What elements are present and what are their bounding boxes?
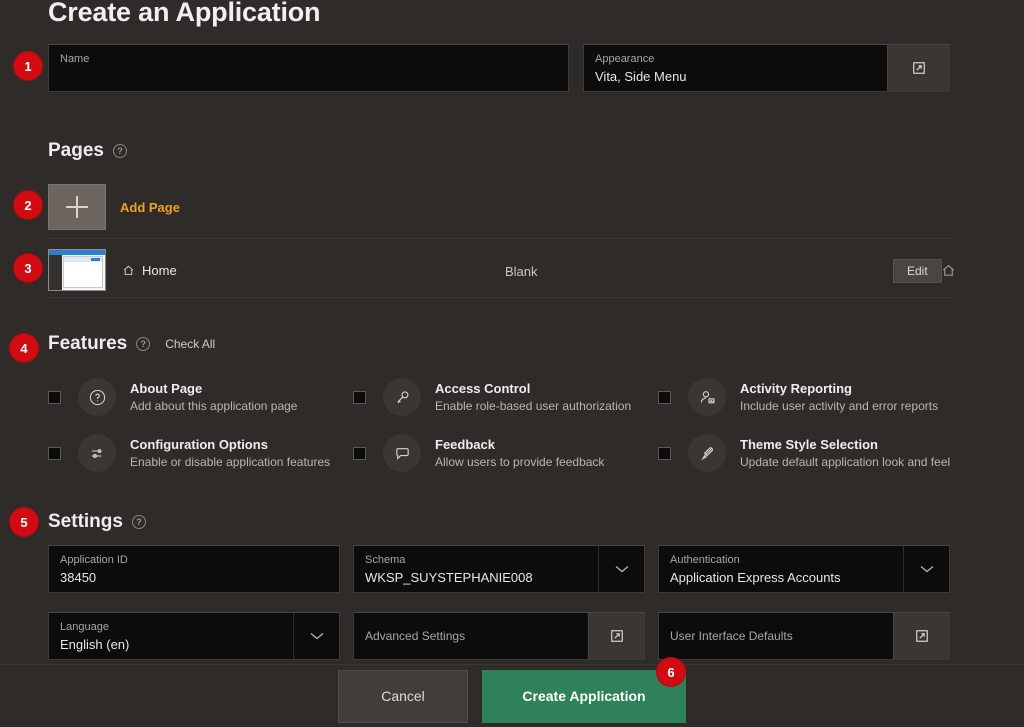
chevron-down-icon	[614, 564, 630, 574]
page-row-name[interactable]: Home	[122, 263, 177, 278]
settings-heading-text: Settings	[48, 511, 123, 532]
field-value: 38450	[60, 570, 97, 585]
appearance-edit-button[interactable]	[887, 45, 949, 91]
schema-field[interactable]: Schema WKSP_SUYSTEPHANIE008	[353, 545, 645, 593]
page-row-divider	[48, 297, 950, 298]
field-label: Authentication	[670, 554, 740, 566]
external-link-icon	[912, 61, 926, 75]
appearance-field-value: Vita, Side Menu	[595, 69, 687, 84]
chevron-down-icon	[919, 564, 935, 574]
appearance-field-label: Appearance	[595, 53, 655, 65]
features-section-heading: Features ? Check All	[48, 333, 215, 355]
key-icon	[383, 378, 421, 416]
field-label: User Interface Defaults	[670, 629, 793, 643]
feature-title: About Page	[130, 380, 203, 396]
create-application-page: Create an Application 1 Name Appearance …	[0, 0, 1024, 727]
feature-checkbox[interactable]	[48, 390, 61, 404]
add-page-label[interactable]: Add Page	[120, 200, 180, 215]
comment-icon	[383, 434, 421, 472]
name-field[interactable]: Name	[48, 44, 569, 92]
step-badge-5: 5	[10, 508, 38, 536]
add-page-tile[interactable]	[48, 184, 106, 230]
field-value: WKSP_SUYSTEPHANIE008	[365, 570, 533, 585]
pages-divider	[48, 238, 950, 239]
advanced-settings-field[interactable]: Advanced Settings	[353, 612, 645, 660]
feature-theme-style-selection[interactable]: Theme Style Selection Update default app…	[658, 434, 968, 472]
feature-desc: Allow users to provide feedback	[435, 454, 605, 469]
field-label: Advanced Settings	[365, 629, 466, 643]
external-link-icon	[915, 629, 929, 643]
feature-title: Activity Reporting	[740, 380, 852, 396]
feature-checkbox[interactable]	[658, 390, 671, 404]
feature-checkbox[interactable]	[48, 446, 61, 460]
authentication-field[interactable]: Authentication Application Express Accou…	[658, 545, 950, 593]
page-row-type: Blank	[505, 264, 538, 279]
field-label: Application ID	[60, 554, 128, 566]
step-badge-1: 1	[14, 52, 42, 80]
feature-checkbox[interactable]	[353, 446, 366, 460]
field-label: Schema	[365, 554, 406, 566]
help-icon[interactable]: ?	[131, 515, 146, 529]
step-badge-2: 2	[14, 191, 42, 219]
name-field-label: Name	[60, 53, 90, 65]
feature-title: Configuration Options	[130, 436, 268, 452]
brush-icon	[688, 434, 726, 472]
feature-activity-reporting[interactable]: Activity Reporting Include user activity…	[658, 378, 968, 416]
sliders-icon	[78, 434, 116, 472]
language-field[interactable]: Language English (en)	[48, 612, 340, 660]
help-icon[interactable]: ?	[112, 144, 127, 158]
feature-title: Theme Style Selection	[740, 436, 878, 452]
feature-desc: Update default application look and feel	[740, 454, 951, 469]
feature-checkbox[interactable]	[658, 446, 671, 460]
feature-title: Access Control	[435, 380, 531, 396]
feature-title: Feedback	[435, 436, 495, 452]
page-set-home-button[interactable]	[941, 263, 956, 278]
settings-section-heading: Settings ?	[48, 511, 146, 533]
plus-icon	[66, 196, 88, 218]
feature-checkbox[interactable]	[353, 390, 366, 404]
advanced-settings-open-button[interactable]	[588, 613, 644, 659]
chevron-down-icon	[309, 631, 325, 641]
feature-feedback[interactable]: Feedback Allow users to provide feedback	[353, 434, 663, 472]
page-thumbnail[interactable]	[48, 249, 106, 291]
user-interface-defaults-field[interactable]: User Interface Defaults	[658, 612, 950, 660]
authentication-dropdown-button[interactable]	[903, 546, 949, 592]
footer-bar: Cancel Create Application	[0, 664, 1024, 727]
feature-desc: Include user activity and error reports	[740, 398, 939, 413]
page-edit-button[interactable]: Edit	[893, 259, 942, 283]
application-id-field[interactable]: Application ID 38450	[48, 545, 340, 593]
feature-configuration-options[interactable]: Configuration Options Enable or disable …	[48, 434, 348, 472]
pages-section-heading: Pages ?	[48, 140, 127, 162]
user-interface-defaults-open-button[interactable]	[893, 613, 949, 659]
feature-desc: Enable role-based user authorization	[435, 398, 632, 413]
page-title: Create an Application	[48, 0, 321, 27]
feature-access-control[interactable]: Access Control Enable role-based user au…	[353, 378, 663, 416]
appearance-field[interactable]: Appearance Vita, Side Menu	[583, 44, 950, 92]
schema-dropdown-button[interactable]	[598, 546, 644, 592]
step-badge-4: 4	[10, 334, 38, 362]
feature-desc: Add about this application page	[130, 398, 298, 413]
step-badge-6: 6	[657, 658, 685, 686]
language-dropdown-button[interactable]	[293, 613, 339, 659]
help-icon[interactable]: ?	[136, 337, 151, 351]
cancel-button[interactable]: Cancel	[338, 669, 468, 723]
field-value: Application Express Accounts	[670, 570, 841, 585]
check-all-link[interactable]: Check All	[165, 337, 215, 351]
create-application-button[interactable]: Create Application	[482, 669, 686, 723]
pages-heading-text: Pages	[48, 140, 104, 161]
field-label: Language	[60, 621, 109, 633]
feature-about-page[interactable]: About Page Add about this application pa…	[48, 378, 348, 416]
question-circle-icon	[78, 378, 116, 416]
user-chart-icon	[688, 378, 726, 416]
external-link-icon	[610, 629, 624, 643]
home-icon	[122, 264, 135, 277]
features-heading-text: Features	[48, 333, 128, 354]
feature-desc: Enable or disable application features	[130, 454, 331, 469]
step-badge-3: 3	[14, 254, 42, 282]
page-row-name-text: Home	[142, 263, 177, 278]
field-value: English (en)	[60, 637, 130, 652]
